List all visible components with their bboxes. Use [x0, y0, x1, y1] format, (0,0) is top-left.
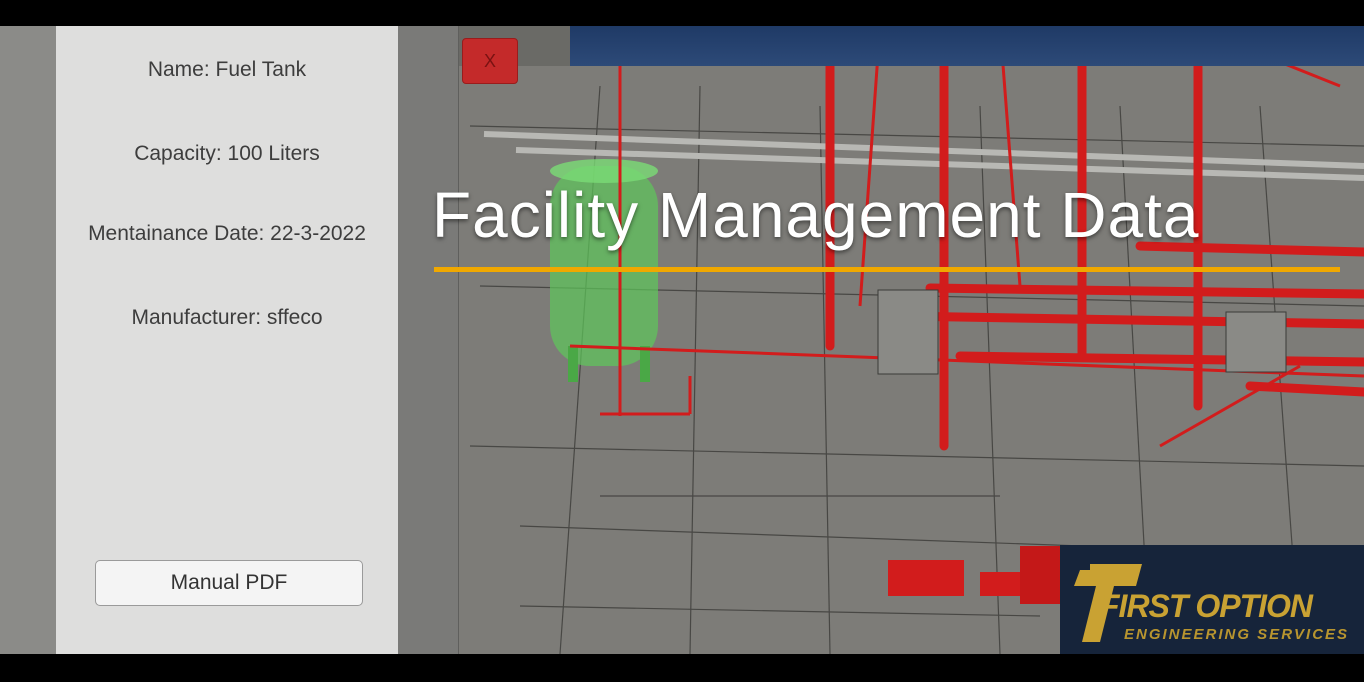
headline-title: Facility Management Data [432, 179, 1200, 251]
headline-underline [434, 267, 1340, 272]
close-button[interactable]: X [462, 38, 518, 84]
3d-viewport[interactable]: Name: Fuel Tank Capacity: 100 Liters Men… [0, 26, 1364, 654]
panel-divider [398, 26, 459, 654]
asset-info-panel: Name: Fuel Tank Capacity: 100 Liters Men… [56, 26, 398, 654]
sky-background [570, 26, 1364, 66]
asset-maintenance-date: Mentainance Date: 22-3-2022 [88, 222, 366, 245]
asset-name: Name: Fuel Tank [147, 58, 307, 81]
asset-manufacturer: Manufacturer: sffeco [131, 306, 323, 329]
logo-wordmark: FIRST OPTION [1100, 588, 1313, 624]
asset-capacity: Capacity: 100 Liters [134, 142, 320, 165]
manual-pdf-button[interactable]: Manual PDF [95, 560, 363, 606]
logo-tagline: ENGINEERING SERVICES [1124, 626, 1350, 643]
left-edge-strip [0, 26, 56, 654]
